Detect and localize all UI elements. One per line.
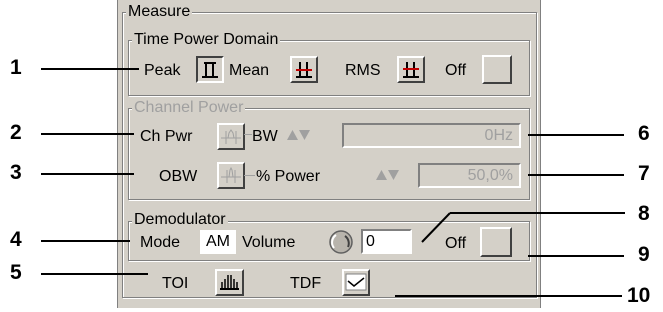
bw-up-arrow-icon[interactable] <box>287 124 298 146</box>
rms-icon <box>403 62 419 78</box>
tdf-button[interactable] <box>342 269 370 296</box>
callout-number-1: 1 <box>10 56 22 79</box>
callout-line-1 <box>41 68 139 70</box>
callout-line-9 <box>528 255 624 257</box>
callout-line-4 <box>41 240 130 242</box>
callout-number-6: 6 <box>638 122 650 145</box>
peak-label: Peak <box>144 62 181 79</box>
demodulator-title: Demodulator <box>132 211 228 229</box>
callout-number-8: 8 <box>638 202 650 225</box>
obw-label: OBW <box>159 168 198 185</box>
bw-label: BW <box>252 128 278 145</box>
ch-pwr-button[interactable] <box>217 123 245 150</box>
callout-number-7: 7 <box>638 162 650 185</box>
obw-icon <box>221 166 241 183</box>
toi-icon <box>220 275 239 290</box>
callout-number-10: 10 <box>627 284 651 307</box>
tdf-icon <box>345 273 367 291</box>
peak-button[interactable] <box>196 56 224 83</box>
callout-number-4: 4 <box>10 228 22 251</box>
callout-line-10 <box>395 295 622 297</box>
measure-title: Measure <box>126 3 193 21</box>
volume-knob-icon[interactable] <box>328 229 354 255</box>
bw-down-arrow-icon[interactable] <box>299 124 310 146</box>
pct-power-field[interactable]: 50,0% <box>418 163 521 188</box>
mode-value[interactable]: AM <box>200 230 236 254</box>
channel-power-icon <box>221 129 241 144</box>
volume-label: Volume <box>242 234 296 251</box>
time-power-off-label: Off <box>445 62 467 79</box>
callout-line-5 <box>41 273 148 275</box>
bw-field[interactable]: 0Hz <box>342 123 521 148</box>
rms-button[interactable] <box>397 56 425 83</box>
time-power-off-button[interactable] <box>482 55 512 84</box>
mean-icon <box>296 62 312 78</box>
rms-label: RMS <box>345 62 381 79</box>
pct-power-up-arrow-icon[interactable] <box>376 164 387 186</box>
callout-line-6 <box>528 134 624 136</box>
callout-number-5: 5 <box>10 261 22 284</box>
toi-button[interactable] <box>215 269 244 296</box>
time-power-title: Time Power Domain <box>132 31 281 49</box>
mean-label: Mean <box>229 62 270 79</box>
callout-line-7 <box>528 174 624 176</box>
pct-power-label: % Power <box>256 168 321 185</box>
volume-field[interactable]: 0 <box>361 229 412 254</box>
obw-connector <box>244 175 255 176</box>
callout-number-3: 3 <box>10 161 22 184</box>
measure-panel: Measure Time Power Domain Peak Mean RMS <box>117 0 541 308</box>
ch-pwr-label: Ch Pwr <box>140 128 193 145</box>
tdf-label: TDF <box>290 275 322 292</box>
callout-line-3 <box>41 173 134 175</box>
callout-number-2: 2 <box>10 121 22 144</box>
callout-line-8 <box>421 212 625 243</box>
channel-power-title: Channel Power <box>132 99 246 117</box>
ch-pwr-connector <box>244 134 252 135</box>
callout-line-2 <box>41 133 134 135</box>
peak-icon <box>199 59 221 81</box>
obw-button[interactable] <box>217 162 245 189</box>
pct-power-down-arrow-icon[interactable] <box>388 164 399 186</box>
toi-label: TOI <box>162 275 189 292</box>
mode-label: Mode <box>140 234 181 251</box>
callout-number-9: 9 <box>638 243 650 266</box>
mean-button[interactable] <box>290 56 318 83</box>
